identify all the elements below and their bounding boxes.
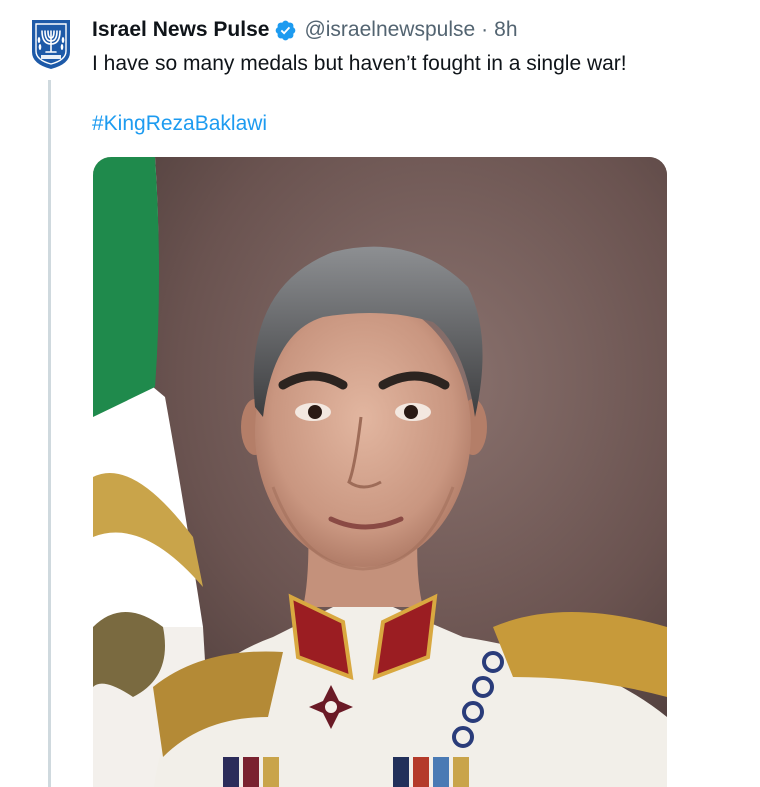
portrait-photo [93,157,667,787]
thread-line [48,80,51,787]
tweet-timestamp[interactable]: 8h [494,18,517,42]
header-separator: · [481,18,489,41]
tweet-header: Israel News Pulse @israelnewspulse · 8h [92,14,518,46]
hashtag-link[interactable]: #KingRezaBaklawi [92,110,267,138]
author-display-name[interactable]: Israel News Pulse [92,18,269,42]
avatar[interactable] [30,18,72,70]
verified-badge-icon[interactable] [274,19,297,42]
menorah-emblem-icon [32,20,70,69]
tweet[interactable]: Israel News Pulse @israelnewspulse · 8h … [0,0,760,787]
tweet-text: I have so many medals but haven’t fought… [92,52,627,75]
author-handle[interactable]: @israelnewspulse [304,18,475,42]
tweet-media[interactable] [93,157,667,787]
